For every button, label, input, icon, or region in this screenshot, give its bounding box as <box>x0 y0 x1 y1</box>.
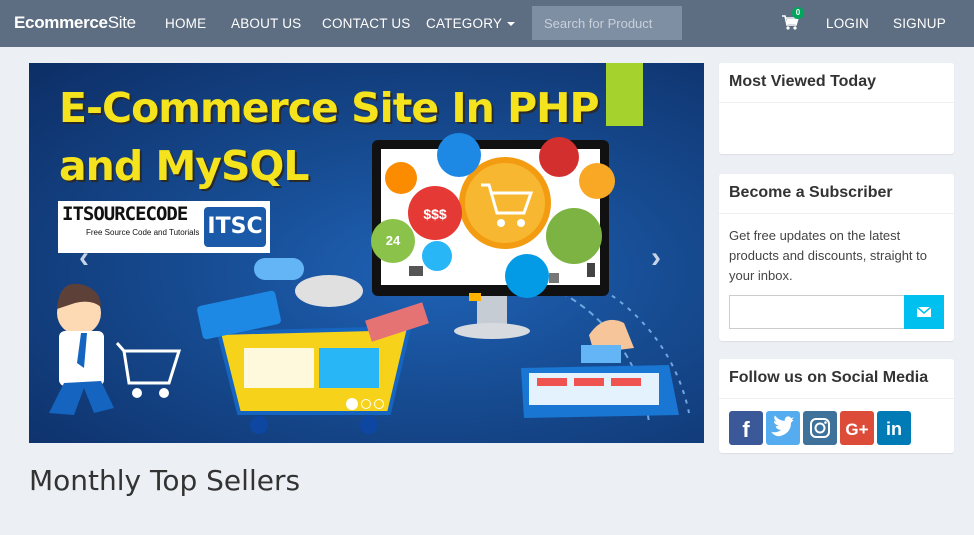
carousel-indicator-2[interactable] <box>361 399 371 409</box>
social-box: Follow us on Social Media f G+ in <box>719 359 954 453</box>
nav-contact-us[interactable]: CONTACT US <box>322 16 411 31</box>
person-pants <box>49 381 114 415</box>
phone-bubble <box>422 241 452 271</box>
carousel-next-button[interactable]: › <box>651 241 661 275</box>
search-input[interactable] <box>532 6 682 40</box>
subscribe-form <box>729 295 945 329</box>
signup-link[interactable]: SIGNUP <box>893 16 946 31</box>
24h-glyph: 24 <box>386 233 401 248</box>
svg-text:G+: G+ <box>845 420 868 439</box>
section-title-monthly-top-sellers: Monthly Top Sellers <box>29 464 301 497</box>
mail-bubble <box>579 163 615 199</box>
carousel-indicator-3[interactable] <box>374 399 384 409</box>
linkedin-icon[interactable]: in <box>877 411 911 445</box>
instagram-icon[interactable] <box>803 411 837 445</box>
nav-category-dropdown[interactable]: CATEGORY <box>426 16 516 31</box>
nav-home[interactable]: HOME <box>165 16 206 31</box>
svg-text:f: f <box>742 417 750 442</box>
subscriber-title: Become a Subscriber <box>719 174 954 214</box>
laptop-screen <box>529 373 659 405</box>
navbar: EcommerceSite HOME ABOUT US CONTACT US C… <box>0 0 974 47</box>
twitter-icon[interactable] <box>766 411 800 445</box>
cart-count-badge: 0 <box>792 7 804 19</box>
subscribe-button[interactable] <box>904 295 944 329</box>
price-glyph: $$$ <box>423 206 447 222</box>
bag-bubble <box>437 133 481 177</box>
monitor-base <box>454 323 530 339</box>
subscriber-text: Get free updates on the latest products … <box>729 228 928 283</box>
svg-text:in: in <box>886 419 902 439</box>
caret-down-icon <box>507 22 516 26</box>
cart-card <box>319 348 379 388</box>
subscribe-email-input[interactable] <box>729 295 905 329</box>
chat-bubble <box>254 258 304 280</box>
ecommerce-illustration: $$$ 24 <box>49 133 690 434</box>
truck-bubble <box>385 162 417 194</box>
most-viewed-box: Most Viewed Today <box>719 63 954 154</box>
social-title: Follow us on Social Media <box>719 359 954 399</box>
carousel-indicators <box>346 396 387 414</box>
login-link[interactable]: LOGIN <box>826 16 869 31</box>
cart-card <box>244 348 314 388</box>
google-plus-icon[interactable]: G+ <box>840 411 874 445</box>
cart-circle-inner <box>465 163 545 243</box>
sale-tag-bubble <box>539 137 579 177</box>
envelope-icon <box>916 306 932 317</box>
carousel-prev-button[interactable]: ‹ <box>79 241 89 275</box>
brand-logo[interactable]: EcommerceSite <box>14 13 136 33</box>
brand-suffix: Site <box>107 13 136 32</box>
brand-name: Ecommerce <box>14 13 108 32</box>
floating-disc <box>295 275 363 307</box>
facebook-icon[interactable]: f <box>729 411 763 445</box>
carousel-indicator-1[interactable] <box>346 398 358 410</box>
person-cart <box>122 349 182 385</box>
nav-about-us[interactable]: ABOUT US <box>231 16 301 31</box>
subscriber-box: Become a Subscriber Get free updates on … <box>719 174 954 341</box>
gift-bubble <box>546 208 602 264</box>
monitor-bubble <box>505 254 549 298</box>
image-carousel: E-Commerce Site In PHP and MySQL ITSOURC… <box>29 63 704 443</box>
most-viewed-title: Most Viewed Today <box>719 63 954 103</box>
sleeve <box>581 345 621 363</box>
nav-category-label: CATEGORY <box>426 16 503 31</box>
